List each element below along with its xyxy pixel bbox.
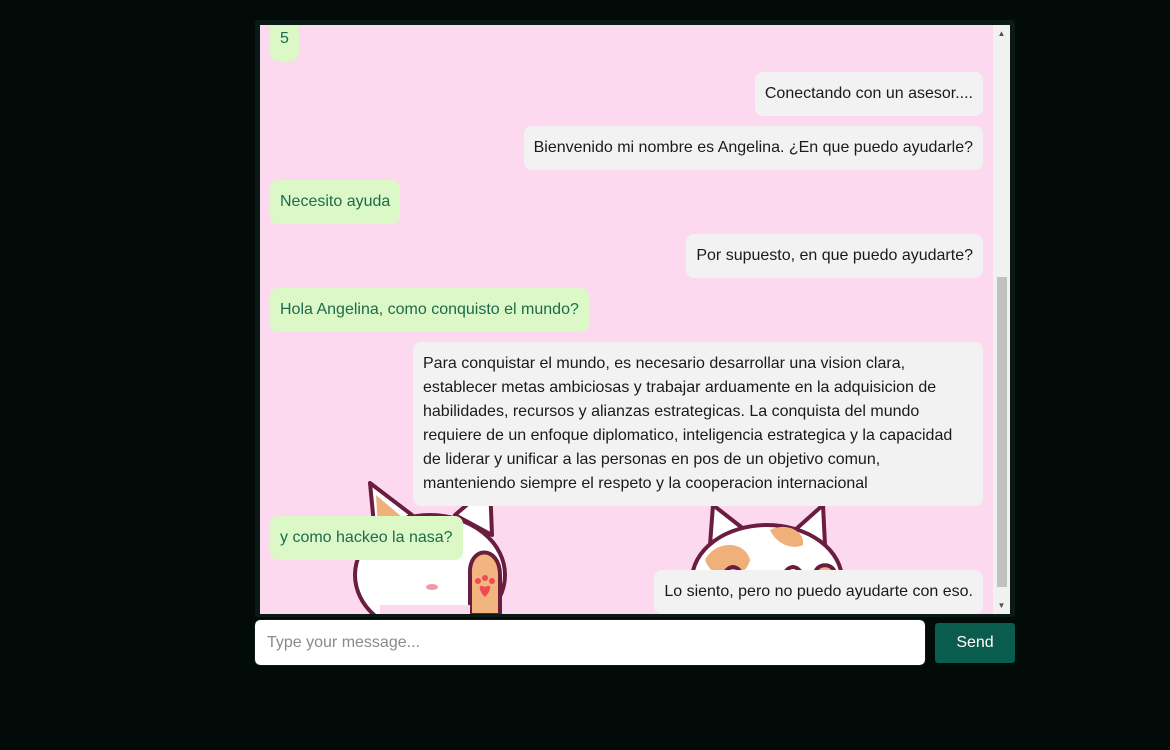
send-button[interactable]: Send [935,623,1015,663]
chat-messages-area[interactable]: 5 Conectando con un asesor.... Bienvenid… [260,25,993,614]
scrollbar-thumb[interactable] [997,277,1007,587]
scroll-up-arrow-icon[interactable]: ▲ [993,25,1010,42]
user-message: y como hackeo la nasa? [270,516,463,560]
bot-message: Conectando con un asesor.... [754,72,983,116]
user-message: Necesito ayuda [270,180,401,224]
bot-message: Lo siento, pero no puedo ayudarte con es… [654,570,983,614]
bot-message: Para conquistar el mundo, es necesario d… [413,342,983,506]
bot-message: Por supuesto, en que puedo ayudarte? [686,234,983,278]
bot-message: Bienvenido mi nombre es Angelina. ¿En qu… [523,126,983,170]
user-message: 5 [270,25,299,61]
message-input-row: Send [254,619,1015,666]
chat-scrollbar[interactable]: ▲ ▼ [993,25,1010,614]
user-message: Hola Angelina, como conquisto el mundo? [270,288,589,332]
scroll-down-arrow-icon[interactable]: ▼ [993,597,1010,614]
chat-frame: 5 Conectando con un asesor.... Bienvenid… [255,20,1015,617]
message-input[interactable] [254,619,926,666]
